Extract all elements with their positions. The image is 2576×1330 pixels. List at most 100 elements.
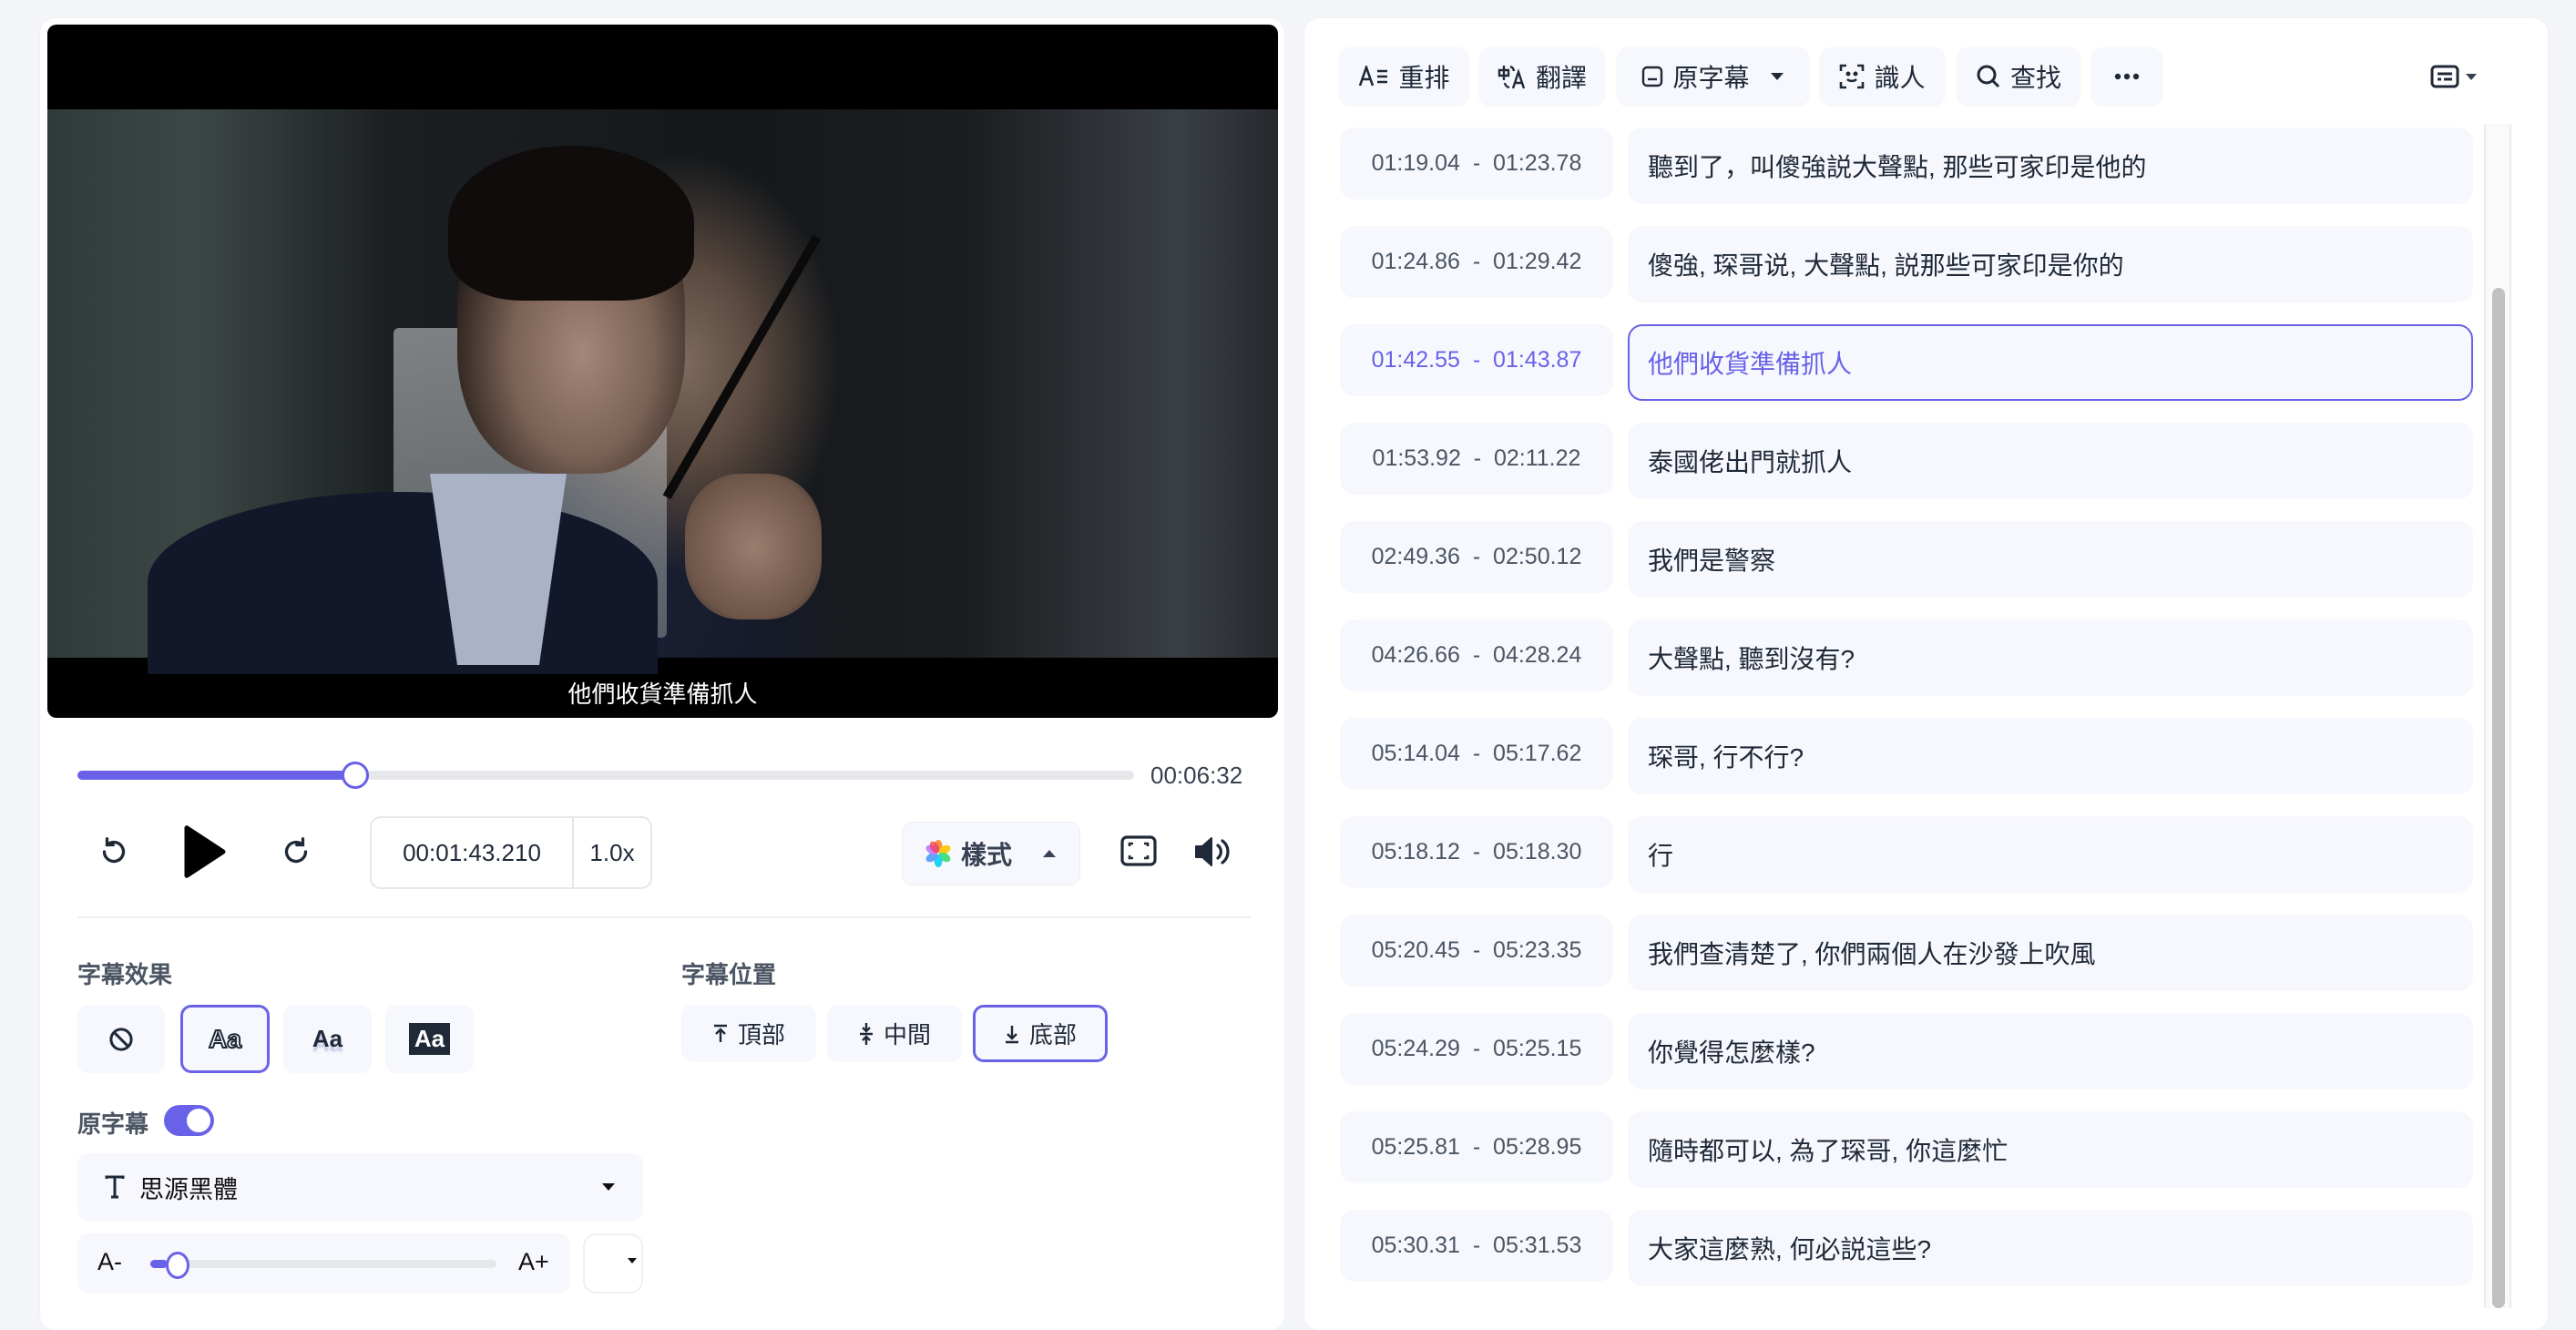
subtitle-row[interactable]: 05:24.29 - 05:25.15 你覺得怎麼樣? <box>1340 1013 2473 1091</box>
size-increase-label[interactable]: A+ <box>518 1248 549 1276</box>
subtitle-row[interactable]: 05:20.45 - 05:23.35 我們查清楚了, 你們兩個人在沙發上吹風 <box>1340 915 2473 993</box>
play-button[interactable] <box>178 820 232 884</box>
outline-sample: Aa <box>208 1024 242 1054</box>
subtitle-timecode[interactable]: 01:24.86 - 01:29.42 <box>1340 226 1613 298</box>
effect-shadow-button[interactable]: Aa <box>283 1005 372 1073</box>
current-time-box[interactable]: 00:01:43.210 1.0x <box>370 816 652 889</box>
caret-down-icon <box>602 1183 615 1191</box>
playback-speed[interactable]: 1.0x <box>574 818 650 887</box>
view-mode-dropdown[interactable] <box>2430 60 2485 93</box>
original-sub-toggle[interactable] <box>164 1105 214 1136</box>
subtitle-timecode[interactable]: 05:25.81 - 05:28.95 <box>1340 1111 1613 1183</box>
subtitle-timecode[interactable]: 01:53.92 - 02:11.22 <box>1340 423 1613 495</box>
caret-down-icon <box>628 1258 637 1264</box>
subtitle-row[interactable]: 01:19.04 - 01:23.78 聽到了，叫傻強説大聲點, 那些可家印是他的 <box>1340 128 2473 206</box>
style-label: 樣式 <box>961 841 1013 869</box>
font-size-control: A- A+ <box>77 1233 570 1294</box>
reflow-button[interactable]: 重排 <box>1339 47 1469 105</box>
fullscreen-button[interactable] <box>1119 831 1159 871</box>
progress-fill <box>77 771 356 780</box>
size-decrease-label[interactable]: A- <box>97 1248 122 1276</box>
subtitle-text[interactable]: 你覺得怎麼樣? <box>1628 1013 2473 1090</box>
subtitle-row[interactable]: 01:53.92 - 02:11.22 泰國佬出門就抓人 <box>1340 423 2473 501</box>
subtitle-row[interactable]: 05:25.81 - 05:28.95 隨時都可以, 為了琛哥, 你這麼忙 <box>1340 1111 2473 1190</box>
rewind-button[interactable] <box>91 829 137 875</box>
subtitle-timecode[interactable]: 04:26.66 - 04:28.24 <box>1340 619 1613 691</box>
font-name: 思源黑體 <box>139 1175 238 1203</box>
font-size-slider[interactable] <box>150 1252 496 1279</box>
original-sub-label: 原字幕 <box>77 1110 149 1138</box>
subtitle-timecode[interactable]: 02:49.36 - 02:50.12 <box>1340 521 1613 593</box>
subtitle-row[interactable]: 05:18.12 - 05:18.30 行 <box>1340 816 2473 895</box>
subtitle-text[interactable]: 傻強, 琛哥说, 大聲點, 説那些可家印是你的 <box>1628 226 2473 302</box>
subtitle-box-icon <box>1642 66 1663 87</box>
progress-slider[interactable] <box>77 762 1134 789</box>
position-middle-label: 中間 <box>883 1021 931 1049</box>
play-icon <box>184 825 226 878</box>
palette-flower-icon <box>925 840 951 867</box>
font-select[interactable]: 思源黑體 <box>77 1153 643 1221</box>
text-font-icon <box>105 1175 125 1199</box>
translate-label: 翻譯 <box>1535 63 1587 92</box>
more-button[interactable] <box>2091 47 2162 105</box>
rewind-icon <box>102 837 126 864</box>
subtitle-timecode[interactable]: 05:20.45 - 05:23.35 <box>1340 915 1613 987</box>
color-picker-dropdown[interactable] <box>583 1233 643 1294</box>
align-bottom-icon <box>1005 1025 1018 1043</box>
subtitle-row[interactable]: 04:26.66 - 04:28.24 大聲點, 聽到沒有? <box>1340 619 2473 698</box>
effect-background-button[interactable]: Aa <box>385 1005 474 1073</box>
video-player[interactable]: 他們收貨準備抓人 <box>47 25 1278 718</box>
subtitle-timecode[interactable]: 01:42.55 - 01:43.87 <box>1340 324 1613 396</box>
subtitle-text[interactable]: 大家這麼熟, 何必説這些? <box>1628 1210 2473 1286</box>
effect-none-button[interactable] <box>77 1005 165 1073</box>
subtitle-timecode[interactable]: 05:18.12 - 05:18.30 <box>1340 816 1613 888</box>
subtitle-row[interactable]: 01:42.55 - 01:43.87 他們收貨準備抓人 <box>1340 324 2473 403</box>
effect-outline-button[interactable]: Aa <box>180 1005 270 1073</box>
video-frame <box>47 109 1278 674</box>
volume-button[interactable] <box>1190 829 1235 875</box>
subtitle-text[interactable]: 隨時都可以, 為了琛哥, 你這麼忙 <box>1628 1111 2473 1188</box>
subtitle-timecode[interactable]: 05:24.29 - 05:25.15 <box>1340 1013 1613 1085</box>
subtitle-text[interactable]: 我們查清楚了, 你們兩個人在沙發上吹風 <box>1628 915 2473 991</box>
recognize-people-button[interactable]: 識人 <box>1820 47 1945 105</box>
forward-button[interactable] <box>273 829 319 875</box>
translate-button[interactable]: 翻譯 <box>1479 47 1605 105</box>
duration-label: 00:06:32 <box>1150 762 1243 789</box>
subtitle-text[interactable]: 他們收貨準備抓人 <box>1628 324 2473 401</box>
shadow-sample: Aa <box>312 1025 343 1052</box>
style-button[interactable]: 樣式 <box>902 822 1080 885</box>
scrollbar-thumb[interactable] <box>2492 288 2505 1308</box>
subtitle-text[interactable]: 行 <box>1628 816 2473 893</box>
video-subtitle-overlay: 他們收貨準備抓人 <box>567 680 758 708</box>
subtitle-text[interactable]: 泰國佬出門就抓人 <box>1628 423 2473 499</box>
reflow-icon <box>1359 65 1388 86</box>
progress-thumb[interactable] <box>342 762 370 789</box>
original-subtitle-dropdown[interactable]: 原字幕 <box>1617 47 1809 105</box>
current-time-input[interactable]: 00:01:43.210 <box>372 818 574 887</box>
caret-down-icon <box>2466 73 2477 80</box>
scrollbar[interactable] <box>2484 124 2511 1308</box>
caret-down-icon <box>1770 72 1784 80</box>
recognize-label: 識人 <box>1874 63 1926 92</box>
find-button[interactable]: 查找 <box>1957 47 2080 105</box>
subtitle-row[interactable]: 02:49.36 - 02:50.12 我們是警察 <box>1340 521 2473 599</box>
subtitle-timecode[interactable]: 05:30.31 - 05:31.53 <box>1340 1210 1613 1282</box>
volume-icon <box>1195 837 1230 866</box>
position-middle-button[interactable]: 中間 <box>827 1005 962 1062</box>
position-label: 字幕位置 <box>681 961 777 988</box>
subtitle-row[interactable]: 05:30.31 - 05:31.53 大家這麼熟, 何必説這些? <box>1340 1210 2473 1288</box>
subtitle-text[interactable]: 大聲點, 聽到沒有? <box>1628 619 2473 696</box>
position-bottom-button[interactable]: 底部 <box>973 1005 1108 1062</box>
subtitle-row[interactable]: 01:24.86 - 01:29.42 傻強, 琛哥说, 大聲點, 説那些可家印是… <box>1340 226 2473 304</box>
subtitle-text[interactable]: 我們是警察 <box>1628 521 2473 598</box>
position-top-button[interactable]: 頂部 <box>681 1005 816 1062</box>
subtitle-text[interactable]: 琛哥, 行不行? <box>1628 718 2473 794</box>
subtitle-view-icon <box>2430 65 2459 88</box>
font-size-thumb[interactable] <box>166 1252 189 1279</box>
subtitle-timecode[interactable]: 05:14.04 - 05:17.62 <box>1340 718 1613 790</box>
fullscreen-icon <box>1120 835 1157 866</box>
subtitle-timecode[interactable]: 01:19.04 - 01:23.78 <box>1340 128 1613 200</box>
subtitle-row[interactable]: 05:14.04 - 05:17.62 琛哥, 行不行? <box>1340 718 2473 796</box>
toggle-knob <box>187 1109 210 1132</box>
subtitle-text[interactable]: 聽到了，叫傻強説大聲點, 那些可家印是他的 <box>1628 128 2473 204</box>
